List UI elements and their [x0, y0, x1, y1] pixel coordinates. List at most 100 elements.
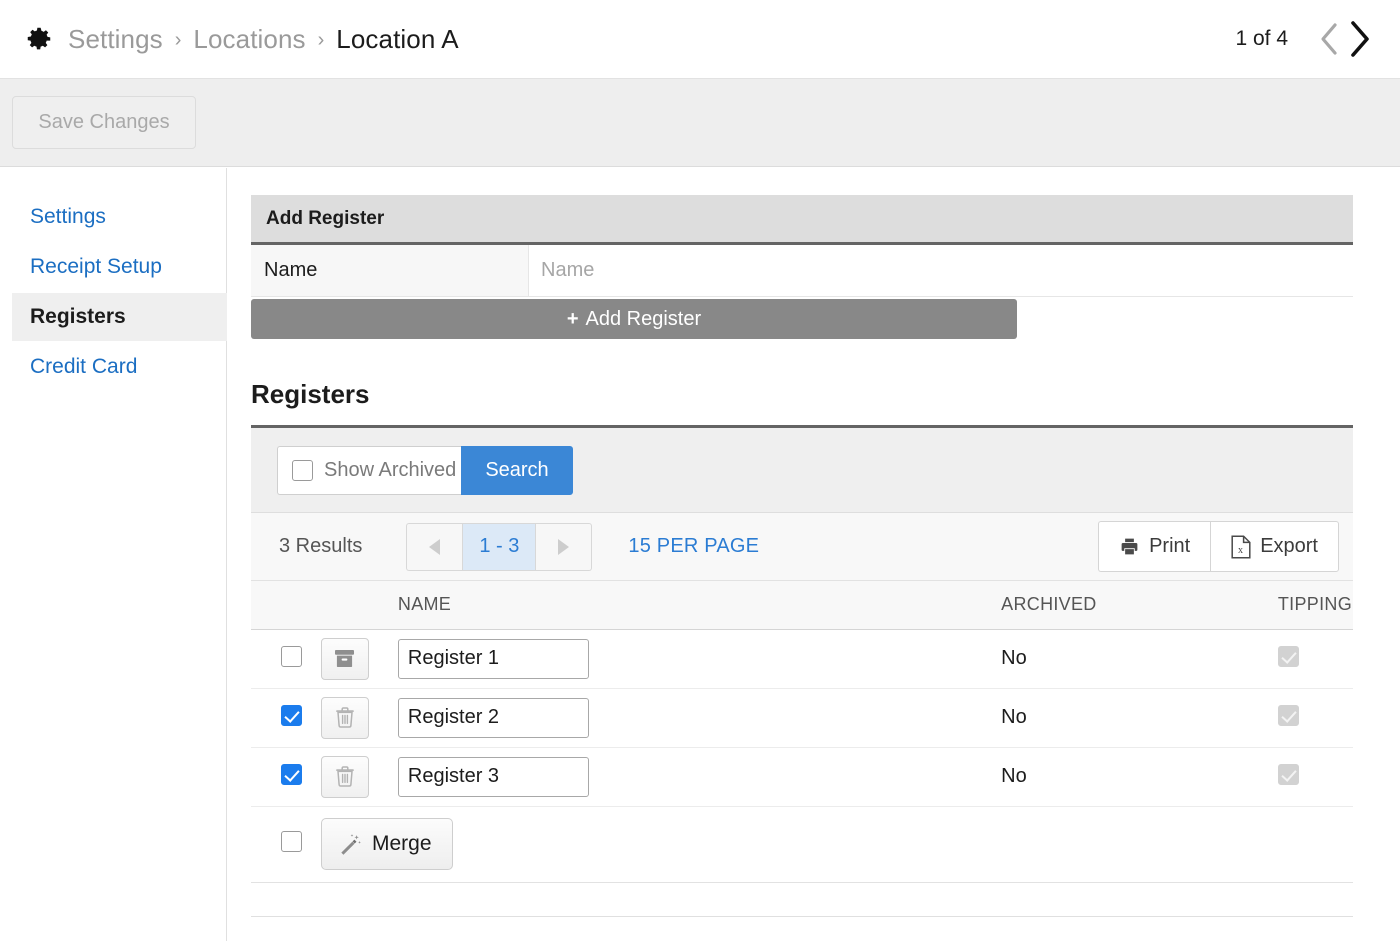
row-tipping-cell: [1271, 747, 1353, 806]
row-select-checkbox[interactable]: [281, 705, 302, 726]
svg-text:x: x: [1238, 545, 1243, 556]
row-action-cell: [320, 629, 397, 688]
header-actions: [320, 581, 397, 629]
record-pager: 1 of 4: [1235, 17, 1374, 61]
tipping-checkbox: [1278, 646, 1299, 667]
table-header-row: NAME ARCHIVED TIPPING: [251, 581, 1353, 629]
pagination-prev-button[interactable]: [406, 523, 462, 571]
merge-select-checkbox[interactable]: [281, 831, 302, 852]
header-tipping: TIPPING: [1271, 581, 1353, 629]
breadcrumb-separator: ›: [175, 30, 182, 50]
merge-row: Merge: [251, 806, 1353, 882]
table-row: No: [251, 629, 1353, 688]
row-select-cell: [251, 629, 320, 688]
chevron-left-icon[interactable]: [1314, 17, 1344, 61]
merge-select-cell: [251, 806, 320, 882]
sidebar-item-settings[interactable]: Settings: [12, 193, 227, 241]
registers-table: NAME ARCHIVED TIPPING: [251, 581, 1353, 883]
panel-footer: [251, 883, 1353, 917]
settings-location-page: Settings › Locations › Location A 1 of 4…: [0, 0, 1400, 941]
table-row: No: [251, 688, 1353, 747]
row-archived-cell: No: [1000, 629, 1271, 688]
row-action-cell: [320, 688, 397, 747]
search-button[interactable]: Search: [461, 446, 573, 495]
plus-icon: +: [567, 309, 579, 329]
sidebar-item-label: Receipt Setup: [30, 255, 162, 279]
pagination-controls: 1 - 3: [406, 523, 592, 571]
search-input-group: Show Archived Search: [277, 446, 573, 495]
merge-label: Merge: [372, 832, 432, 856]
breadcrumb-item-settings[interactable]: Settings: [68, 24, 163, 55]
record-pager-count: 1 of 4: [1235, 27, 1288, 51]
table-row: No: [251, 747, 1353, 806]
add-register-button-label: Add Register: [586, 308, 702, 331]
excel-file-icon: x: [1231, 535, 1260, 559]
app-header: Settings › Locations › Location A 1 of 4: [0, 0, 1400, 79]
print-export-group: Print x Export: [1098, 521, 1339, 572]
triangle-right-icon: [558, 539, 569, 555]
row-select-checkbox[interactable]: [281, 764, 302, 785]
register-name-input[interactable]: [398, 757, 589, 797]
row-name-cell: [397, 688, 1000, 747]
export-label: Export: [1260, 535, 1318, 558]
show-archived-label: Show Archived: [324, 459, 456, 482]
add-register-name-label: Name: [251, 245, 529, 296]
add-register-panel: Add Register Name Name + Add Register: [251, 195, 1353, 339]
sidebar-item-credit-card[interactable]: Credit Card: [12, 343, 227, 391]
header-select: [251, 581, 320, 629]
chevron-right-icon[interactable]: [1344, 17, 1374, 61]
archive-box-icon[interactable]: [321, 638, 369, 680]
tipping-checkbox: [1278, 705, 1299, 726]
trash-icon[interactable]: [321, 697, 369, 739]
results-count: 3 Results: [279, 535, 362, 558]
header-name: NAME: [397, 581, 1000, 629]
breadcrumb-separator: ›: [318, 30, 325, 50]
row-archived-cell: No: [1000, 688, 1271, 747]
merge-action-cell: Merge: [320, 806, 1353, 882]
sidebar-item-label: Credit Card: [30, 355, 137, 379]
row-tipping-cell: [1271, 688, 1353, 747]
registers-section-title: Registers: [251, 379, 370, 410]
sidebar-item-registers[interactable]: Registers: [12, 293, 227, 341]
breadcrumb-item-locations[interactable]: Locations: [193, 24, 305, 55]
tipping-checkbox: [1278, 764, 1299, 785]
pagination-next-button[interactable]: [536, 523, 592, 571]
row-name-cell: [397, 629, 1000, 688]
pagination-range[interactable]: 1 - 3: [462, 523, 536, 571]
add-register-name-placeholder: Name: [541, 259, 594, 282]
add-register-name-row: Name Name: [251, 245, 1353, 297]
save-changes-button[interactable]: Save Changes: [12, 96, 196, 149]
gear-icon[interactable]: [22, 24, 56, 54]
row-select-cell: [251, 688, 320, 747]
add-register-name-input-cell[interactable]: Name: [529, 245, 1353, 296]
add-register-button[interactable]: + Add Register: [251, 299, 1017, 339]
action-toolbar: [0, 79, 1400, 167]
row-name-cell: [397, 747, 1000, 806]
registers-panel: Show Archived Search 3 Results 1 - 3 15 …: [251, 425, 1353, 917]
print-button[interactable]: Print: [1098, 521, 1210, 572]
row-action-cell: [320, 747, 397, 806]
sidebar-item-label: Settings: [30, 205, 106, 229]
show-archived-toggle[interactable]: Show Archived: [277, 446, 461, 495]
row-select-checkbox[interactable]: [281, 646, 302, 667]
header-archived: ARCHIVED: [1000, 581, 1271, 629]
printer-icon: [1119, 536, 1149, 557]
settings-sidebar: Settings Receipt Setup Registers Credit …: [0, 168, 227, 941]
merge-button[interactable]: Merge: [321, 818, 453, 870]
register-name-input[interactable]: [398, 639, 589, 679]
add-register-title: Add Register: [251, 195, 1353, 245]
show-archived-checkbox[interactable]: [292, 460, 313, 481]
sidebar-item-receipt-setup[interactable]: Receipt Setup: [12, 243, 227, 291]
register-name-input[interactable]: [398, 698, 589, 738]
trash-icon[interactable]: [321, 756, 369, 798]
sidebar-item-label: Registers: [30, 305, 126, 329]
row-select-cell: [251, 747, 320, 806]
magic-wand-icon: [337, 832, 372, 857]
export-button[interactable]: x Export: [1210, 521, 1339, 572]
per-page-link[interactable]: 15 PER PAGE: [628, 535, 759, 558]
registers-search-bar: Show Archived Search: [251, 428, 1353, 513]
pagination-row: 3 Results 1 - 3 15 PER PAGE: [251, 513, 1353, 581]
row-archived-cell: No: [1000, 747, 1271, 806]
row-tipping-cell: [1271, 629, 1353, 688]
breadcrumb-item-location-a: Location A: [336, 24, 458, 55]
